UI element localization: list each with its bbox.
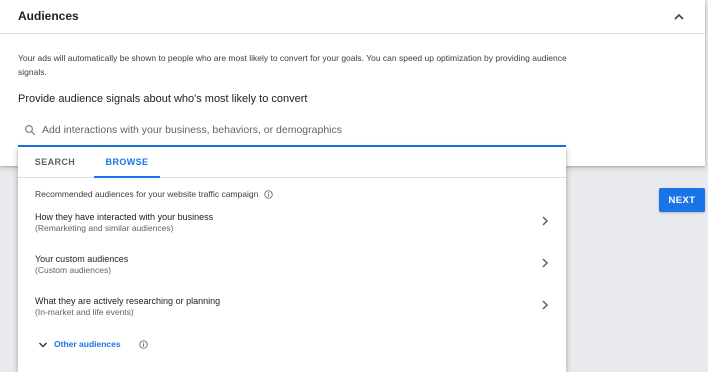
chevron-up-icon[interactable] xyxy=(672,10,686,24)
tab-search[interactable]: SEARCH xyxy=(22,147,88,177)
list-item-interacted[interactable]: How they have interacted with your busin… xyxy=(18,212,566,252)
chevron-down-icon xyxy=(38,342,48,348)
list-item-title: How they have interacted with your busin… xyxy=(35,212,214,222)
other-audiences-label: Other audiences xyxy=(54,339,121,349)
list-item-title: What they are actively researching or pl… xyxy=(35,296,221,306)
card-description: Your ads will automatically be shown to … xyxy=(18,53,567,77)
chevron-right-icon xyxy=(542,216,549,226)
audience-signal-prompt: Provide audience signals about who's mos… xyxy=(18,93,308,105)
audience-search-input[interactable] xyxy=(40,120,564,140)
recommended-audiences-label: Recommended audiences for your website t… xyxy=(35,189,273,199)
list-item-custom-audiences[interactable]: Your custom audiences (Custom audiences) xyxy=(18,254,566,294)
chevron-right-icon xyxy=(542,300,549,310)
list-item-subtitle: (In-market and life events) xyxy=(35,307,134,317)
list-item-subtitle: (Custom audiences) xyxy=(35,265,112,275)
list-item-subtitle: (Remarketing and similar audiences) xyxy=(35,223,174,233)
info-icon[interactable] xyxy=(139,340,148,349)
card-title: Audiences xyxy=(18,9,79,23)
list-item-title: Your custom audiences xyxy=(35,254,129,264)
search-icon xyxy=(24,124,36,136)
card-header[interactable]: Audiences xyxy=(0,0,705,34)
dropdown-tabs: SEARCH BROWSE xyxy=(18,147,566,178)
tab-browse[interactable]: BROWSE xyxy=(94,147,160,178)
list-item-researching[interactable]: What they are actively researching or pl… xyxy=(18,296,566,336)
audience-search-field[interactable] xyxy=(18,118,566,147)
section-label-text: Recommended audiences for your website t… xyxy=(35,189,259,199)
audience-browse-dropdown: SEARCH BROWSE Recommended audiences for … xyxy=(18,147,566,372)
info-icon[interactable] xyxy=(264,190,273,199)
next-button[interactable]: NEXT xyxy=(659,188,705,212)
audiences-card: Audiences Your ads will automatically be… xyxy=(0,0,705,166)
chevron-right-icon xyxy=(542,258,549,268)
